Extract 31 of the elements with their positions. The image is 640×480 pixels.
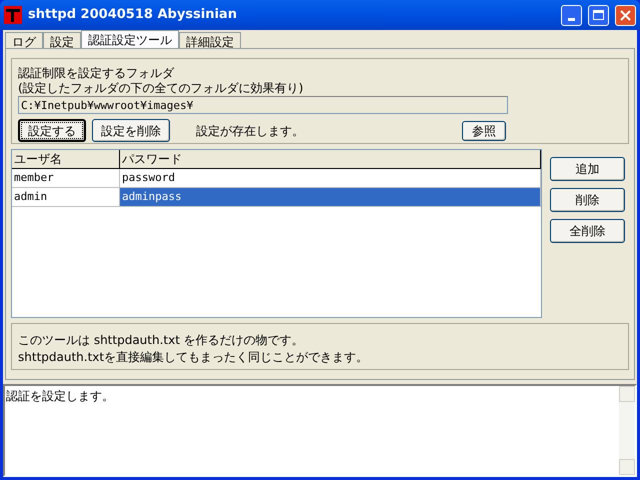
tab[interactable]: ログ — [5, 32, 43, 48]
table-cell: member — [12, 168, 120, 188]
folder-label: 認証制限を設定するフォルダ — [18, 66, 176, 81]
table-cell: admin — [12, 188, 120, 207]
column-header[interactable]: パスワード — [120, 150, 541, 169]
folder-note: (設定したフォルダの下の全てのフォルダに効果有り) — [18, 81, 304, 96]
folder-action-button[interactable]: 設定する — [18, 119, 86, 142]
folder-action-button[interactable]: 設定を削除 — [92, 119, 170, 142]
close-button[interactable] — [615, 4, 636, 26]
maximize-button[interactable] — [588, 4, 609, 26]
window-title: shttpd 20040518 Abyssinian — [28, 6, 238, 24]
log-text: 認証を設定します。 — [5, 388, 115, 405]
table-cell: password — [120, 168, 541, 188]
table-action-button[interactable]: 追加 — [550, 156, 625, 181]
tab[interactable]: 認証設定ツール — [81, 30, 179, 48]
tab[interactable]: 詳細設定 — [179, 32, 241, 48]
table-action-button[interactable]: 全削除 — [550, 218, 625, 243]
folder-path-field[interactable]: C:¥Inetpub¥wwwroot¥images¥ — [18, 96, 508, 114]
info-text: このツールは shttpdauth.txt を作るだけの物です。 — [18, 332, 305, 349]
table-cell: adminpass — [120, 188, 541, 207]
status-text: 設定が存在します。 — [196, 122, 305, 140]
tab[interactable]: 設定 — [43, 32, 81, 48]
info-text: shttpdauth.txtを直接編集してもまったく同じことができます。 — [18, 348, 370, 366]
table-row[interactable]: member password — [12, 168, 541, 188]
close-icon — [620, 10, 631, 20]
minimize-button[interactable] — [561, 4, 582, 26]
table-action-button[interactable]: 削除 — [550, 188, 625, 212]
browse-button[interactable]: 参照 — [462, 120, 506, 140]
table-row[interactable]: admin adminpass — [12, 188, 541, 207]
column-header[interactable]: ユーザ名 — [12, 150, 120, 169]
app-icon — [4, 6, 22, 24]
